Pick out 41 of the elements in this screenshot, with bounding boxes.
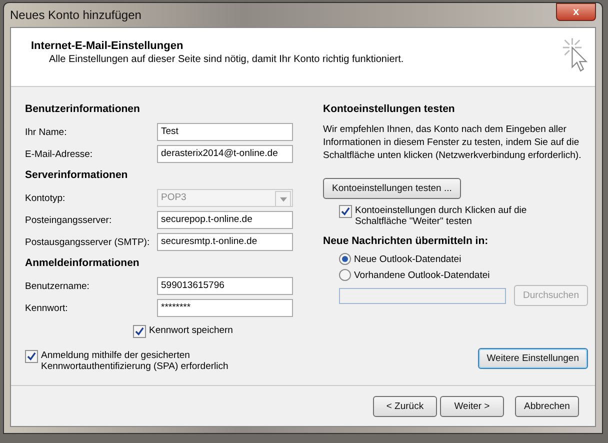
dropdown-arrow-icon [280,196,286,202]
description-text: Wir empfehlen Ihnen, das Konto nach dem Eingeben aller Informationen in diesem Fenster zu testen, indem Sie auf die Schaltfläche unten klicken (Netzwerkverbindung erforderlich). [323,123,582,162]
checkmark-icon [27,352,36,361]
field-label: E-Mail-Adresse: [25,148,94,160]
radio-label: Neue Outlook-Datendatei [354,254,462,264]
section-heading: Benutzerinformationen [25,103,141,115]
section-heading: Neue Nachrichten übermitteln in: [323,235,490,247]
input-field[interactable]: ******** [157,299,293,317]
wizard-button[interactable]: Abbrechen [515,396,579,416]
field-label: Kennwort: [25,302,69,314]
radio-button[interactable] [339,269,351,281]
checkmark-icon [135,327,144,336]
input-field[interactable]: 599013615796 [157,277,293,295]
radio-label: Vorhandene Outlook-Datendatei [354,270,490,280]
checkbox[interactable] [133,325,146,338]
field-label: Ihr Name: [25,126,68,138]
checkbox-label: Kontoeinstellungen durch Klicken auf die Schaltfläche "Weiter" testen [355,205,528,227]
section-heading: Kontoeinstellungen testen [323,103,456,115]
checkmark-icon [341,207,350,216]
field-label: Kontotyp: [25,192,66,204]
checkbox[interactable] [25,350,38,363]
section-heading: Anmeldeinformationen [25,257,140,269]
field-label: Posteingangsserver: [25,214,113,226]
wizard-button[interactable]: Weiter > [440,396,504,416]
checkbox-label: Anmeldung mithilfe der gesicherten Kennwortauthentifizierung (SPA) erforderlich [41,350,230,372]
checkbox-label: Kennwort speichern [149,325,233,336]
page-title: Internet-E-Mail-Einstellungen [31,40,184,52]
wizard-button[interactable]: < Zurück [373,396,437,416]
field-label: Benutzername: [25,280,90,292]
checkbox[interactable] [339,205,352,218]
input-field[interactable]: securesmtp.t-online.de [157,233,293,251]
input-field[interactable]: Test [157,123,293,141]
input-field[interactable]: derasterix2014@t-online.de [157,145,293,163]
test-settings-button[interactable]: Kontoeinstellungen testen ... [323,178,461,199]
window-title: Neues Konto hinzufügen [10,8,142,22]
page-subtitle: Alle Einstellungen auf dieser Seite sind nötig, damit Ihr Konto richtig funktioniert. [49,54,404,65]
more-settings-button[interactable]: Weitere Einstellungen [478,348,588,369]
input-field[interactable]: securepop.t-online.de [157,211,293,229]
radio-button[interactable] [339,253,351,265]
section-heading: Serverinformationen [25,169,129,181]
field-label: Postausgangsserver (SMTP): [25,236,151,248]
